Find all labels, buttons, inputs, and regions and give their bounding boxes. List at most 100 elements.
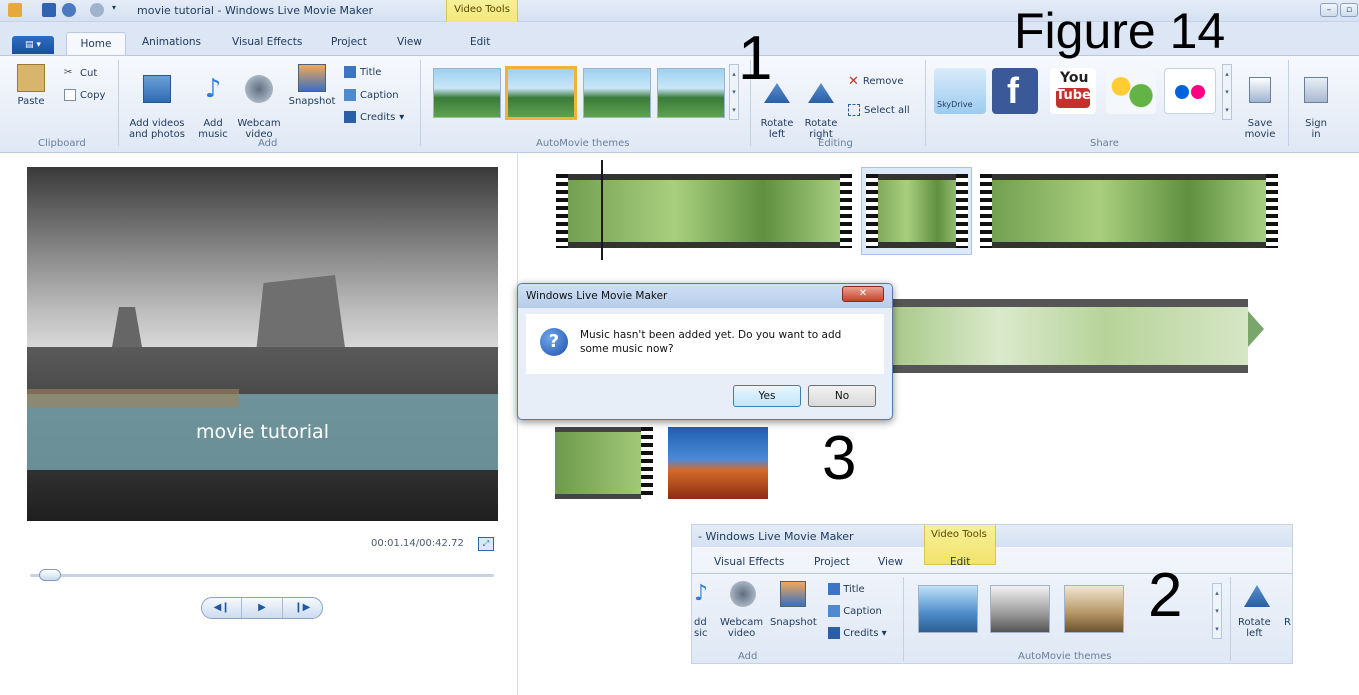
remove-button[interactable]: ✕ Remove (848, 74, 904, 89)
inset-tab-view[interactable]: View (878, 556, 903, 568)
credits-icon (344, 111, 356, 123)
yes-button[interactable]: Yes (733, 385, 801, 407)
next-frame-button[interactable]: ❙▶ (283, 598, 322, 618)
app-menu-button[interactable]: ▤ ▾ (12, 36, 54, 54)
inset-theme-thumbnail[interactable] (990, 585, 1050, 633)
webcam-icon (245, 75, 273, 103)
add-videos-button[interactable]: Add videos and photos (124, 64, 190, 140)
inset-title-button[interactable]: Title (828, 583, 865, 595)
preview-monitor[interactable]: movie tutorial (27, 167, 498, 521)
inset-theme-thumbnail[interactable] (1064, 585, 1124, 633)
fullscreen-icon[interactable]: ⤢ (478, 537, 494, 551)
question-icon: ? (540, 328, 568, 356)
inset-rotate-left-label[interactable]: Rotate left (1238, 617, 1271, 639)
group-separator (118, 60, 119, 146)
inset-title-label: Title (843, 584, 865, 595)
clip-arrow-icon (1248, 311, 1264, 347)
pane-divider[interactable] (517, 153, 518, 695)
dialog-titlebar[interactable]: Windows Live Movie Maker ✕ (518, 284, 892, 308)
skydrive-label: SkyDrive (937, 100, 973, 109)
inset-caption-button[interactable]: Caption (828, 605, 882, 617)
transport-controls: ◀❙ ▶ ❙▶ (201, 597, 323, 619)
close-button[interactable]: ✕ (842, 286, 884, 302)
messenger-button[interactable] (1106, 68, 1156, 114)
sign-in-button[interactable]: Sign in (1296, 66, 1336, 140)
undo-icon[interactable] (62, 3, 76, 17)
skydrive-button[interactable]: SkyDrive (934, 68, 986, 114)
facebook-f-icon: f (1007, 70, 1019, 111)
tab-visual-effects[interactable]: Visual Effects (232, 36, 302, 48)
film-sprocket (641, 427, 653, 499)
caption-label: Caption (360, 89, 399, 101)
flickr-pink-dot-icon (1191, 85, 1205, 99)
title-icon (344, 66, 356, 78)
chevron-down-icon: ▾ (399, 111, 405, 123)
inset-snapshot-label[interactable]: Snapshot (770, 617, 817, 628)
webcam-video-button[interactable]: Webcam video (234, 64, 284, 140)
cut-button[interactable]: ✂ Cut (64, 67, 97, 79)
seek-bar[interactable] (30, 574, 494, 577)
theme-thumbnail[interactable] (657, 68, 725, 118)
no-button[interactable]: No (808, 385, 876, 407)
storyboard-photo[interactable] (668, 427, 768, 499)
save-icon[interactable] (42, 3, 56, 17)
remove-label: Remove (862, 76, 904, 87)
add-group-label: Add (258, 138, 278, 149)
tab-view[interactable]: View (397, 36, 422, 48)
play-button[interactable]: ▶ (242, 598, 283, 618)
storyboard-clip-selected[interactable] (866, 174, 968, 248)
rotate-right-icon (808, 83, 834, 103)
qat-dropdown-icon[interactable]: ▾ (112, 3, 122, 17)
inset-add-group-label: Add (738, 651, 758, 662)
seek-thumb[interactable] (38, 569, 61, 581)
select-all-button[interactable]: Select all (848, 104, 910, 116)
inset-rotate-right-label[interactable]: R (1284, 617, 1291, 628)
inset-music-note-icon: ♪ (694, 581, 709, 606)
copy-button[interactable]: Copy (64, 89, 105, 101)
redo-icon[interactable] (90, 3, 104, 17)
storyboard-clip[interactable] (980, 174, 1278, 248)
previous-frame-button[interactable]: ◀❙ (202, 598, 243, 618)
save-movie-label: Save movie (1244, 118, 1276, 140)
minimize-button[interactable]: – (1320, 3, 1338, 17)
restore-button[interactable]: ▫ (1340, 3, 1358, 17)
tab-animations[interactable]: Animations (142, 36, 201, 48)
inset-theme-thumbnail[interactable] (918, 585, 978, 633)
snapshot-button[interactable]: Snapshot (286, 64, 338, 107)
theme-thumbnail[interactable] (583, 68, 651, 118)
video-tools-label: Video Tools (454, 4, 510, 15)
flickr-button[interactable] (1164, 68, 1216, 114)
inset-webcam-label[interactable]: Webcam video (720, 617, 763, 639)
storyboard-clip-faded[interactable] (893, 299, 1248, 373)
playhead[interactable] (601, 160, 603, 260)
tab-edit[interactable]: Edit (470, 36, 490, 48)
tab-home[interactable]: Home (66, 32, 126, 56)
caption-button[interactable]: Caption (344, 89, 399, 101)
film-sprocket (840, 174, 852, 248)
youtube-button[interactable]: You Tube (1050, 68, 1096, 114)
tab-project[interactable]: Project (331, 36, 367, 48)
film-sprocket (956, 174, 968, 248)
credits-button[interactable]: Credits ▾ (344, 111, 404, 123)
theme-thumbnail[interactable] (433, 68, 501, 118)
save-movie-button[interactable]: Save movie (1238, 66, 1282, 140)
inset-themes-scroll[interactable]: ▴ ▾ ▾ (1212, 583, 1222, 639)
group-separator (1288, 60, 1289, 146)
inset-add-music-label[interactable]: dd sic (694, 617, 708, 639)
paste-button[interactable]: Paste (14, 64, 48, 107)
title-button[interactable]: Title (344, 66, 381, 78)
dialog-body: ? Music hasn't been added yet. Do you wa… (526, 314, 884, 374)
inset-credits-button[interactable]: Credits ▾ (828, 627, 887, 639)
group-separator (903, 577, 904, 661)
share-gallery-scroll[interactable]: ▴ ▾ ▾ (1222, 64, 1232, 120)
inset-tab-edit[interactable]: Edit (950, 556, 970, 568)
facebook-button[interactable]: f (992, 68, 1038, 114)
add-music-button[interactable]: ♪ Add music (194, 64, 232, 140)
inset-tab-visual-effects[interactable]: Visual Effects (714, 556, 784, 568)
theme-thumbnail-selected[interactable] (505, 66, 577, 120)
storyboard-clip[interactable] (555, 427, 653, 499)
rotate-right-button[interactable]: Rotate right (800, 72, 842, 140)
youtube-bottom-label: Tube (1056, 88, 1091, 108)
inset-credits-label: Credits (843, 628, 879, 639)
inset-tab-project[interactable]: Project (814, 556, 850, 568)
